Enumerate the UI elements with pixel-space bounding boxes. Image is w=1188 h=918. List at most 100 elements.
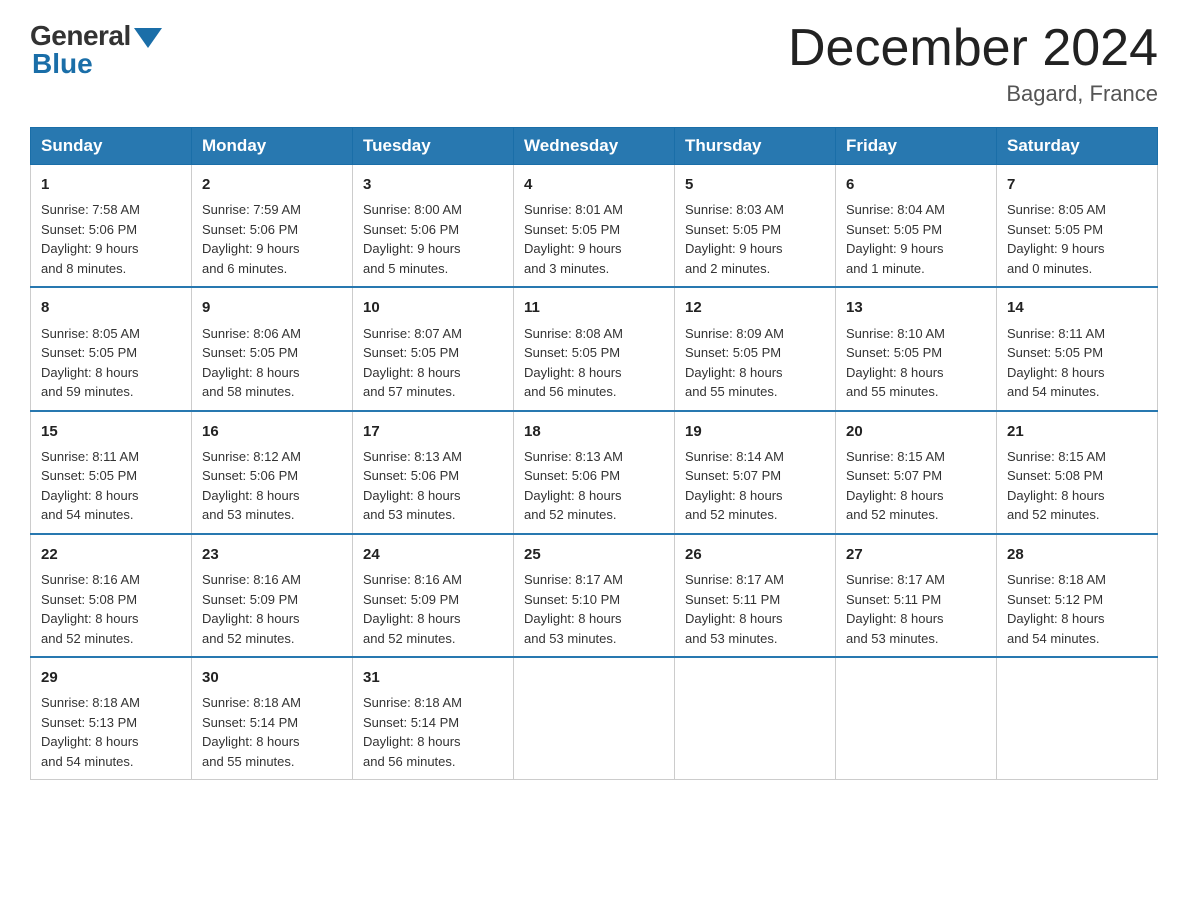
calendar-cell: 29Sunrise: 8:18 AMSunset: 5:13 PMDayligh… xyxy=(31,657,192,780)
day-header-friday: Friday xyxy=(836,128,997,165)
calendar-cell: 28Sunrise: 8:18 AMSunset: 5:12 PMDayligh… xyxy=(997,534,1158,657)
day-number: 20 xyxy=(846,420,986,443)
day-info: Sunrise: 8:11 AMSunset: 5:05 PMDaylight:… xyxy=(41,447,181,525)
day-info: Sunrise: 8:04 AMSunset: 5:05 PMDaylight:… xyxy=(846,200,986,278)
day-number: 21 xyxy=(1007,420,1147,443)
calendar-cell: 17 Sunrise: 8:13 AMSunset: 5:06 PMDayligh… xyxy=(353,411,514,534)
day-info: Sunrise: 8:16 AMSunset: 5:08 PMDaylight:… xyxy=(41,570,181,648)
calendar-cell: 3 Sunrise: 8:00 AMSunset: 5:06 PMDaylight… xyxy=(353,165,514,288)
logo: General Blue xyxy=(30,20,162,80)
day-number: 18 xyxy=(524,420,664,443)
calendar-cell xyxy=(675,657,836,780)
day-number: 27 xyxy=(846,543,986,566)
day-info: Sunrise: 8:17 AMSunset: 5:11 PMDaylight:… xyxy=(685,570,825,648)
day-header-wednesday: Wednesday xyxy=(514,128,675,165)
calendar-cell: 27Sunrise: 8:17 AMSunset: 5:11 PMDayligh… xyxy=(836,534,997,657)
day-number: 22 xyxy=(41,543,181,566)
day-number: 31 xyxy=(363,666,503,689)
logo-triangle-icon xyxy=(134,28,162,48)
day-info: Sunrise: 8:15 AMSunset: 5:08 PMDaylight:… xyxy=(1007,447,1147,525)
day-info: Sunrise: 8:17 AMSunset: 5:10 PMDaylight:… xyxy=(524,570,664,648)
calendar-cell: 14 Sunrise: 8:11 AMSunset: 5:05 PMDayligh… xyxy=(997,287,1158,410)
calendar-cell: 9Sunrise: 8:06 AMSunset: 5:05 PMDaylight… xyxy=(192,287,353,410)
calendar-cell: 18Sunrise: 8:13 AMSunset: 5:06 PMDayligh… xyxy=(514,411,675,534)
calendar-cell xyxy=(997,657,1158,780)
day-info: Sunrise: 8:18 AMSunset: 5:14 PMDaylight:… xyxy=(363,693,503,771)
day-header-tuesday: Tuesday xyxy=(353,128,514,165)
calendar-cell xyxy=(836,657,997,780)
day-number: 13 xyxy=(846,296,986,319)
day-header-monday: Monday xyxy=(192,128,353,165)
calendar-cell xyxy=(514,657,675,780)
calendar-table: SundayMondayTuesdayWednesdayThursdayFrid… xyxy=(30,127,1158,780)
day-header-sunday: Sunday xyxy=(31,128,192,165)
calendar-cell: 1 Sunrise: 7:58 AMSunset: 5:06 PMDaylight… xyxy=(31,165,192,288)
day-number: 25 xyxy=(524,543,664,566)
day-number: 1 xyxy=(41,173,181,196)
calendar-cell: 22 Sunrise: 8:16 AMSunset: 5:08 PMDayligh… xyxy=(31,534,192,657)
day-info: Sunrise: 7:59 AMSunset: 5:06 PMDaylight:… xyxy=(202,200,342,278)
calendar-cell: 19Sunrise: 8:14 AMSunset: 5:07 PMDayligh… xyxy=(675,411,836,534)
day-number: 4 xyxy=(524,173,664,196)
days-header-row: SundayMondayTuesdayWednesdayThursdayFrid… xyxy=(31,128,1158,165)
day-info: Sunrise: 8:00 AMSunset: 5:06 PMDaylight:… xyxy=(363,200,503,278)
calendar-cell: 21 Sunrise: 8:15 AMSunset: 5:08 PMDayligh… xyxy=(997,411,1158,534)
day-info: Sunrise: 8:01 AMSunset: 5:05 PMDaylight:… xyxy=(524,200,664,278)
calendar-cell: 2 Sunrise: 7:59 AMSunset: 5:06 PMDaylight… xyxy=(192,165,353,288)
week-row-5: 29Sunrise: 8:18 AMSunset: 5:13 PMDayligh… xyxy=(31,657,1158,780)
week-row-1: 1 Sunrise: 7:58 AMSunset: 5:06 PMDaylight… xyxy=(31,165,1158,288)
calendar-cell: 16 Sunrise: 8:12 AMSunset: 5:06 PMDayligh… xyxy=(192,411,353,534)
logo-blue-text: Blue xyxy=(32,48,93,80)
month-title: December 2024 xyxy=(788,20,1158,77)
day-number: 12 xyxy=(685,296,825,319)
day-info: Sunrise: 8:05 AMSunset: 5:05 PMDaylight:… xyxy=(1007,200,1147,278)
day-number: 11 xyxy=(524,296,664,319)
day-number: 8 xyxy=(41,296,181,319)
week-row-2: 8 Sunrise: 8:05 AMSunset: 5:05 PMDaylight… xyxy=(31,287,1158,410)
calendar-cell: 6 Sunrise: 8:04 AMSunset: 5:05 PMDaylight… xyxy=(836,165,997,288)
day-info: Sunrise: 8:05 AMSunset: 5:05 PMDaylight:… xyxy=(41,324,181,402)
calendar-cell: 20 Sunrise: 8:15 AMSunset: 5:07 PMDayligh… xyxy=(836,411,997,534)
day-number: 3 xyxy=(363,173,503,196)
day-info: Sunrise: 8:13 AMSunset: 5:06 PMDaylight:… xyxy=(363,447,503,525)
calendar-cell: 13Sunrise: 8:10 AMSunset: 5:05 PMDayligh… xyxy=(836,287,997,410)
day-number: 10 xyxy=(363,296,503,319)
week-row-4: 22 Sunrise: 8:16 AMSunset: 5:08 PMDayligh… xyxy=(31,534,1158,657)
day-number: 23 xyxy=(202,543,342,566)
day-info: Sunrise: 8:03 AMSunset: 5:05 PMDaylight:… xyxy=(685,200,825,278)
day-header-thursday: Thursday xyxy=(675,128,836,165)
calendar-cell: 4 Sunrise: 8:01 AMSunset: 5:05 PMDaylight… xyxy=(514,165,675,288)
location: Bagard, France xyxy=(788,81,1158,107)
calendar-cell: 25 Sunrise: 8:17 AMSunset: 5:10 PMDayligh… xyxy=(514,534,675,657)
day-number: 6 xyxy=(846,173,986,196)
day-number: 14 xyxy=(1007,296,1147,319)
calendar-cell: 10 Sunrise: 8:07 AMSunset: 5:05 PMDayligh… xyxy=(353,287,514,410)
calendar-cell: 30Sunrise: 8:18 AMSunset: 5:14 PMDayligh… xyxy=(192,657,353,780)
day-info: Sunrise: 8:08 AMSunset: 5:05 PMDaylight:… xyxy=(524,324,664,402)
calendar-cell: 12 Sunrise: 8:09 AMSunset: 5:05 PMDayligh… xyxy=(675,287,836,410)
calendar-cell: 26 Sunrise: 8:17 AMSunset: 5:11 PMDayligh… xyxy=(675,534,836,657)
day-number: 16 xyxy=(202,420,342,443)
calendar-cell: 24Sunrise: 8:16 AMSunset: 5:09 PMDayligh… xyxy=(353,534,514,657)
calendar-cell: 5Sunrise: 8:03 AMSunset: 5:05 PMDaylight… xyxy=(675,165,836,288)
page-header: General Blue December 2024 Bagard, Franc… xyxy=(30,20,1158,107)
calendar-cell: 11 Sunrise: 8:08 AMSunset: 5:05 PMDayligh… xyxy=(514,287,675,410)
day-info: Sunrise: 8:07 AMSunset: 5:05 PMDaylight:… xyxy=(363,324,503,402)
day-info: Sunrise: 8:09 AMSunset: 5:05 PMDaylight:… xyxy=(685,324,825,402)
week-row-3: 15Sunrise: 8:11 AMSunset: 5:05 PMDayligh… xyxy=(31,411,1158,534)
day-info: Sunrise: 8:15 AMSunset: 5:07 PMDaylight:… xyxy=(846,447,986,525)
day-header-saturday: Saturday xyxy=(997,128,1158,165)
calendar-cell: 31 Sunrise: 8:18 AMSunset: 5:14 PMDayligh… xyxy=(353,657,514,780)
day-number: 17 xyxy=(363,420,503,443)
day-number: 19 xyxy=(685,420,825,443)
calendar-cell: 7Sunrise: 8:05 AMSunset: 5:05 PMDaylight… xyxy=(997,165,1158,288)
day-info: Sunrise: 8:18 AMSunset: 5:14 PMDaylight:… xyxy=(202,693,342,771)
day-info: Sunrise: 8:18 AMSunset: 5:12 PMDaylight:… xyxy=(1007,570,1147,648)
day-info: Sunrise: 7:58 AMSunset: 5:06 PMDaylight:… xyxy=(41,200,181,278)
day-number: 24 xyxy=(363,543,503,566)
day-info: Sunrise: 8:12 AMSunset: 5:06 PMDaylight:… xyxy=(202,447,342,525)
day-number: 2 xyxy=(202,173,342,196)
day-number: 9 xyxy=(202,296,342,319)
day-info: Sunrise: 8:11 AMSunset: 5:05 PMDaylight:… xyxy=(1007,324,1147,402)
day-number: 26 xyxy=(685,543,825,566)
